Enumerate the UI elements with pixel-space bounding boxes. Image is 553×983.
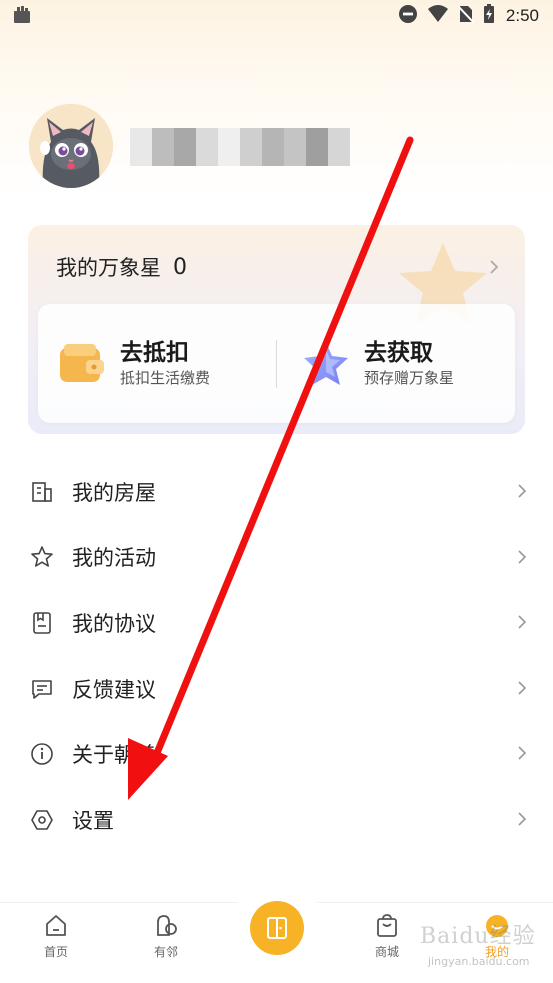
- star-icon: [304, 341, 348, 385]
- earn-subtitle: 预存赠万象星: [364, 368, 455, 387]
- panel-divider: [276, 340, 277, 388]
- deduct-title: 去抵扣: [120, 339, 189, 366]
- menu-item-about[interactable]: 关于朝着: [0, 721, 553, 787]
- chevron-right-icon: [517, 680, 527, 700]
- dnd-icon: [398, 4, 418, 28]
- settings-icon: [30, 808, 54, 832]
- status-time: 2:50: [505, 6, 539, 25]
- star-card-title: 我的万象星: [56, 256, 161, 280]
- document-icon: [30, 611, 54, 635]
- menu-item-settings[interactable]: 设置: [0, 787, 553, 853]
- menu-label: 我的活动: [72, 546, 156, 571]
- menu-label: 我的协议: [72, 611, 156, 636]
- menu-list: 我的房屋 我的活动 我的协议 反馈建议 关于朝着 设置: [0, 459, 553, 853]
- menu-item-feedback[interactable]: 反馈建议: [0, 656, 553, 722]
- baidu-watermark-url: jingyan.baidu.com: [428, 955, 530, 968]
- profile-name-blurred[interactable]: [130, 128, 350, 166]
- chevron-right-icon: [517, 745, 527, 765]
- cat-avatar: [29, 104, 113, 188]
- menu-label: 关于朝着: [72, 743, 156, 768]
- chevron-right-icon[interactable]: [489, 259, 499, 279]
- deduct-subtitle: 抵扣生活缴费: [120, 368, 211, 387]
- no-sim-icon: [457, 4, 475, 28]
- message-icon: [30, 677, 54, 701]
- menu-item-my-agreements[interactable]: 我的协议: [0, 590, 553, 656]
- nav-neighbor[interactable]: 有邻: [126, 913, 206, 960]
- menu-label: 反馈建议: [72, 677, 156, 702]
- star-card-header: 我的万象星 0: [56, 249, 187, 285]
- chevron-right-icon: [517, 549, 527, 569]
- baidu-watermark: Baidu经验: [420, 924, 536, 949]
- nav-label: 有邻: [153, 945, 178, 959]
- nav-home[interactable]: 首页: [16, 913, 96, 960]
- chevron-right-icon: [517, 811, 527, 831]
- bag-icon: [12, 4, 32, 28]
- avatar[interactable]: [29, 104, 113, 188]
- neighbor-icon: [157, 915, 177, 936]
- star-outline-icon: [30, 545, 54, 569]
- home-icon: [46, 915, 66, 936]
- nav-label: 首页: [43, 945, 68, 959]
- star-count: 0: [173, 254, 187, 280]
- battery-icon: [483, 4, 495, 28]
- menu-item-my-activities[interactable]: 我的活动: [0, 525, 553, 591]
- door-icon: [267, 917, 287, 939]
- star-actions-panel: 去抵扣 抵扣生活缴费 去获取 预存赠万象星: [38, 304, 515, 423]
- deduct-action[interactable]: 去抵扣 抵扣生活缴费: [56, 304, 210, 423]
- shop-icon: [377, 914, 397, 937]
- info-icon: [30, 742, 54, 766]
- menu-item-my-house[interactable]: 我的房屋: [0, 459, 553, 525]
- building-icon: [30, 480, 54, 504]
- star-card[interactable]: 我的万象星 0 去抵扣 抵扣生活缴费 去获取 预存赠万象星: [28, 225, 525, 434]
- nav-label: 商城: [374, 945, 399, 959]
- menu-label: 设置: [72, 808, 114, 833]
- wallet-icon: [60, 343, 104, 382]
- chevron-right-icon: [517, 614, 527, 634]
- nav-shop[interactable]: 商城: [347, 913, 427, 960]
- menu-label: 我的房屋: [72, 480, 156, 505]
- wifi-icon: [427, 4, 449, 28]
- earn-action[interactable]: 去获取 预存赠万象星: [300, 304, 454, 423]
- earn-title: 去获取: [364, 339, 433, 366]
- status-bar: 2:50: [0, 0, 553, 32]
- door-button[interactable]: [250, 901, 304, 955]
- chevron-right-icon: [517, 483, 527, 503]
